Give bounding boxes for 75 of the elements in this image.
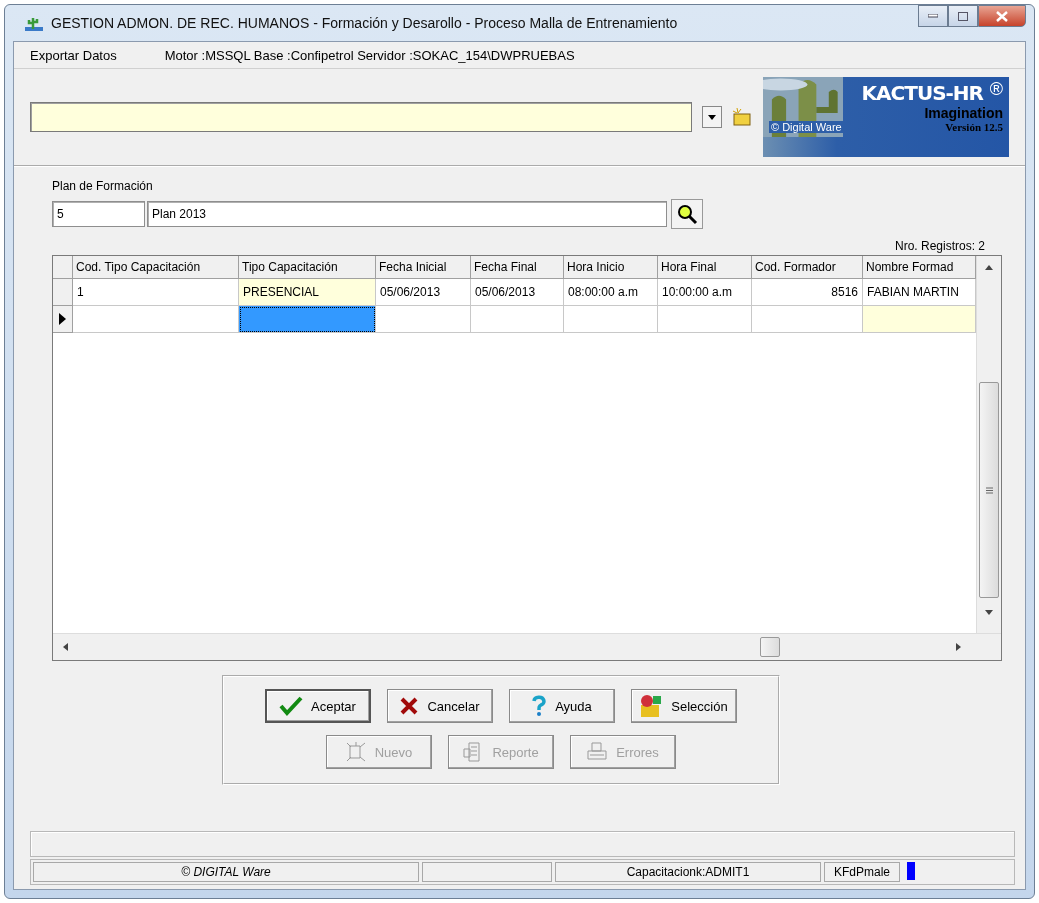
- plan-name-field[interactable]: Plan 2013: [147, 201, 667, 227]
- close-icon: [399, 696, 420, 716]
- logo-maker: © Digital Ware: [769, 121, 844, 133]
- table-cell[interactable]: [564, 306, 658, 333]
- registered-mark: ®: [989, 79, 1003, 100]
- table-cell[interactable]: [239, 306, 376, 333]
- horizontal-scrollbar[interactable]: [53, 633, 1001, 660]
- table-cell[interactable]: [73, 306, 239, 333]
- table-cell[interactable]: [752, 306, 863, 333]
- selector-field[interactable]: [30, 102, 692, 132]
- help-button[interactable]: Ayuda: [508, 689, 615, 723]
- logo-tagline: Imagination: [924, 105, 1003, 121]
- query-blocks-icon: [639, 694, 664, 718]
- scroll-thumb[interactable]: [760, 637, 780, 657]
- record-count: Nro. Registros: 2: [894, 239, 985, 253]
- column-header[interactable]: Fecha Inicial: [376, 256, 471, 279]
- scroll-left-icon: [63, 643, 68, 651]
- table-cell[interactable]: [863, 306, 976, 333]
- corner-cell: [53, 256, 73, 279]
- vertical-scrollbar[interactable]: [976, 256, 1001, 634]
- status-pane: Capacitacionk:ADMIT1: [555, 862, 821, 882]
- maximize-button[interactable]: [948, 5, 978, 27]
- column-header[interactable]: Hora Inicio: [564, 256, 658, 279]
- table-cell[interactable]: PRESENCIAL: [239, 279, 376, 306]
- table-cell[interactable]: 05/06/2013: [471, 279, 564, 306]
- scroll-thumb[interactable]: [979, 382, 999, 598]
- table-cell[interactable]: 08:00:00 a.m: [564, 279, 658, 306]
- minimize-icon: [928, 14, 938, 18]
- search-button[interactable]: [671, 199, 703, 229]
- table-cell[interactable]: 10:00:00 a.m: [658, 279, 752, 306]
- table-cell[interactable]: 05/06/2013: [376, 279, 471, 306]
- selection-button[interactable]: Selección: [630, 689, 737, 723]
- logo-version: Versión 12.5: [945, 121, 1003, 133]
- accept-button[interactable]: Aceptar: [264, 689, 371, 723]
- plan-code-field[interactable]: 5: [52, 201, 145, 227]
- column-header[interactable]: Cod. Formador: [752, 256, 863, 279]
- plan-label: Plan de Formación: [52, 179, 154, 193]
- connection-info: Motor :MSSQL Base :Confipetrol Servidor :SOKAC_154\DWPRUEBAS: [164, 47, 575, 63]
- table-cell[interactable]: 8516: [752, 279, 863, 306]
- current-row-icon: [59, 313, 66, 325]
- column-header[interactable]: Hora Final: [658, 256, 752, 279]
- menu-item[interactable]: Exportar Datos: [30, 47, 117, 63]
- maximize-icon: [958, 11, 968, 21]
- table-cell[interactable]: 1: [73, 279, 239, 306]
- check-icon: [279, 696, 304, 716]
- close-button[interactable]: [978, 5, 1026, 27]
- status-pane: KFdPmale: [824, 862, 900, 882]
- table-cell[interactable]: [471, 306, 564, 333]
- table-cell[interactable]: FABIAN MARTIN: [863, 279, 976, 306]
- close-icon: [996, 10, 1008, 22]
- minimize-button[interactable]: [918, 5, 948, 27]
- window-title: GESTION ADMON. DE REC. HUMANOS - Formación y Desarollo - Proceso Malla de Entrenamiento: [51, 15, 678, 31]
- row-header[interactable]: [53, 306, 73, 333]
- caret-icon: [708, 114, 716, 120]
- cancel-button[interactable]: Cancelar: [386, 689, 493, 723]
- column-header[interactable]: Cod. Tipo Capacitación: [73, 256, 239, 279]
- scroll-up-icon: [985, 265, 993, 270]
- search-icon: [676, 203, 698, 225]
- table-cell[interactable]: [376, 306, 471, 333]
- grip-icon: [985, 486, 993, 494]
- folder-sparkle-icon[interactable]: [732, 108, 752, 126]
- printer-icon: [586, 741, 609, 763]
- column-header[interactable]: Fecha Final: [471, 256, 564, 279]
- column-header[interactable]: Nombre Formad: [863, 256, 976, 279]
- table-cell[interactable]: [658, 306, 752, 333]
- logo-name: KACTUS-HR: [861, 81, 983, 105]
- scroll-right-icon: [956, 643, 961, 651]
- dropdown-button[interactable]: [702, 106, 722, 128]
- scroll-down-icon: [985, 610, 993, 615]
- status-indicator: [907, 862, 915, 880]
- burst-page-icon: [344, 741, 367, 763]
- status-pane: © DIGITAL Ware: [33, 862, 419, 882]
- column-header[interactable]: Tipo Capacitación: [239, 256, 376, 279]
- question-mark-icon: [531, 695, 548, 717]
- cactus-icon: [25, 15, 43, 31]
